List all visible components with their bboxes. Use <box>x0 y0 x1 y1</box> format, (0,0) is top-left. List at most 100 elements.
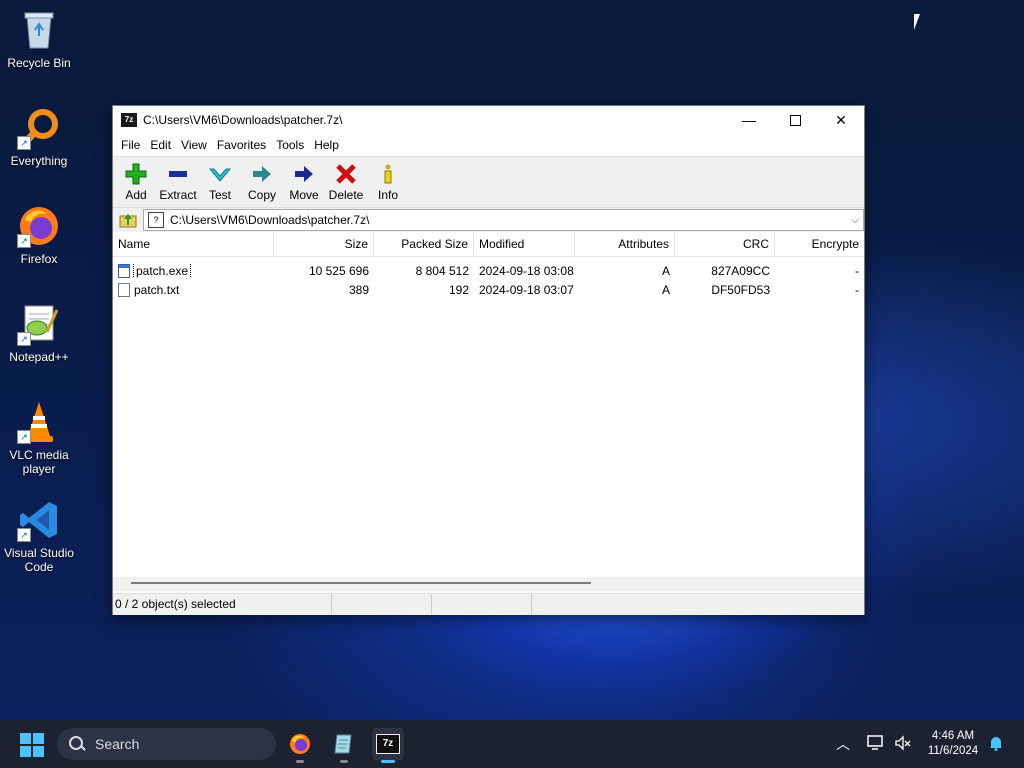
firefox-icon <box>290 734 310 754</box>
desktop-icon-label: Notepad++ <box>9 350 69 364</box>
file-packed-size: 8 804 512 <box>415 263 469 278</box>
move-arrow-icon <box>292 163 316 185</box>
window-title: C:\Users\VM6\Downloads\patcher.7z\ <box>143 113 343 127</box>
desktop-icon-vlc[interactable]: ↗ VLC media player <box>2 400 76 476</box>
menu-favorites[interactable]: Favorites <box>212 138 271 152</box>
close-icon: ✕ <box>835 111 847 128</box>
shortcut-arrow-icon: ↗ <box>17 430 31 444</box>
desktop-icon-label: VLC media player <box>9 448 69 476</box>
minimize-icon: — <box>742 112 756 128</box>
column-encrypted[interactable]: Encrypte <box>775 232 864 256</box>
column-header-row: Name Size Packed Size Modified Attribute… <box>113 232 864 257</box>
info-button[interactable]: Info <box>367 157 409 207</box>
windows-logo-icon <box>20 733 31 744</box>
address-bar: ? C:\Users\VM6\Downloads\patcher.7z\ ⌵ <box>113 208 864 233</box>
7zip-window[interactable]: 7z C:\Users\VM6\Downloads\patcher.7z\ — … <box>112 105 865 615</box>
archive-icon: ? <box>148 212 164 228</box>
move-button[interactable]: Move <box>283 157 325 207</box>
exe-file-icon <box>118 263 130 278</box>
horizontal-scrollbar[interactable] <box>113 577 864 591</box>
show-hidden-icons-button[interactable]: ︿ <box>836 734 850 754</box>
add-label: Add <box>125 187 147 202</box>
desktop-icon-vscode[interactable]: ↗ Visual Studio Code <box>2 498 76 574</box>
file-packed-size: 192 <box>448 282 469 297</box>
menu-help[interactable]: Help <box>309 138 344 152</box>
network-icon[interactable] <box>866 734 886 755</box>
everything-search-icon: ↗ <box>17 106 61 150</box>
add-button[interactable]: Add <box>115 157 157 207</box>
menu-file[interactable]: File <box>116 138 145 152</box>
desktop-icon-notepad-plus-plus[interactable]: ↗ Notepad++ <box>2 302 76 364</box>
active-indicator <box>381 760 395 763</box>
shortcut-arrow-icon: ↗ <box>17 136 31 150</box>
close-button[interactable]: ✕ <box>818 106 864 134</box>
plus-icon <box>124 163 148 185</box>
delete-label: Delete <box>328 187 364 202</box>
taskbar-7zip[interactable]: 7z <box>372 728 404 763</box>
taskbar-notepad[interactable] <box>328 728 360 763</box>
status-bar: 0 / 2 object(s) selected <box>113 593 864 615</box>
column-modified[interactable]: Modified <box>474 232 575 256</box>
table-row[interactable]: patch.txt 389 192 2024-09-18 03:07 A DF5… <box>113 280 864 299</box>
address-field[interactable]: ? C:\Users\VM6\Downloads\patcher.7z\ ⌵ <box>143 209 864 231</box>
taskbar: Search 7z ︿ 4:46 AM 11/6/2024 <box>0 720 1024 768</box>
taskbar-firefox[interactable] <box>284 728 316 763</box>
7zip-app-icon: 7z <box>121 113 137 127</box>
maximize-button[interactable] <box>772 106 818 134</box>
menu-view[interactable]: View <box>176 138 212 152</box>
recycle-bin-icon <box>17 8 61 52</box>
desktop-icon-firefox[interactable]: ↗ Firefox <box>2 204 76 266</box>
delete-x-icon <box>334 163 358 185</box>
file-name: patch.exe <box>132 263 192 278</box>
copy-button[interactable]: Copy <box>241 157 283 207</box>
desktop-icon-label: Firefox <box>20 252 58 266</box>
toolbar: Add Extract Test Copy Move Delete Info <box>113 156 864 208</box>
menu-bar: File Edit View Favorites Tools Help <box>113 134 864 156</box>
table-row[interactable]: patch.exe 10 525 696 8 804 512 2024-09-1… <box>113 261 864 280</box>
start-button[interactable] <box>20 733 44 757</box>
status-panel <box>532 594 632 615</box>
desktop-icon-label: Everything <box>10 154 68 168</box>
txt-file-icon <box>118 282 130 297</box>
chevron-up-icon: ︿ <box>836 736 850 752</box>
scrollbar-thumb[interactable] <box>131 582 591 584</box>
chevron-down-icon[interactable]: ⌵ <box>847 215 863 226</box>
file-encrypted: - <box>855 263 859 278</box>
folder-up-icon <box>119 214 137 228</box>
desktop-icon-everything[interactable]: ↗ Everything <box>2 106 76 168</box>
notepad-plus-plus-icon: ↗ <box>17 302 61 346</box>
file-size: 389 <box>348 282 369 297</box>
desktop-icon-label: Recycle Bin <box>7 56 71 70</box>
desktop-icon-recycle-bin[interactable]: Recycle Bin <box>2 8 76 70</box>
test-button[interactable]: Test <box>199 157 241 207</box>
shortcut-arrow-icon: ↗ <box>17 332 31 346</box>
column-name[interactable]: Name <box>113 232 274 256</box>
up-folder-button[interactable] <box>117 210 139 230</box>
column-crc[interactable]: CRC <box>675 232 775 256</box>
file-encrypted: - <box>855 282 859 297</box>
search-box[interactable]: Search <box>57 728 276 760</box>
column-attributes[interactable]: Attributes <box>575 232 675 256</box>
info-icon <box>376 163 400 185</box>
file-size: 10 525 696 <box>308 263 369 278</box>
mouse-cursor-icon <box>914 14 926 30</box>
7zip-icon: 7z <box>376 734 400 754</box>
file-list[interactable]: Name Size Packed Size Modified Attribute… <box>113 232 864 577</box>
minimize-button[interactable]: — <box>726 106 772 134</box>
file-modified: 2024-09-18 03:07 <box>479 282 574 297</box>
copy-label: Copy <box>247 187 276 202</box>
search-icon <box>69 736 85 752</box>
volume-muted-icon[interactable] <box>894 734 912 755</box>
title-bar[interactable]: 7z C:\Users\VM6\Downloads\patcher.7z\ — … <box>113 106 864 134</box>
column-size[interactable]: Size <box>274 232 374 256</box>
file-name: patch.txt <box>134 282 180 297</box>
notification-bell-icon[interactable] <box>988 735 1004 754</box>
clock[interactable]: 4:46 AM 11/6/2024 <box>918 729 988 759</box>
menu-edit[interactable]: Edit <box>145 138 176 152</box>
extract-button[interactable]: Extract <box>157 157 199 207</box>
delete-button[interactable]: Delete <box>325 157 367 207</box>
address-text: C:\Users\VM6\Downloads\patcher.7z\ <box>170 213 370 227</box>
firefox-icon: ↗ <box>17 204 61 248</box>
column-packed-size[interactable]: Packed Size <box>374 232 474 256</box>
menu-tools[interactable]: Tools <box>271 138 309 152</box>
